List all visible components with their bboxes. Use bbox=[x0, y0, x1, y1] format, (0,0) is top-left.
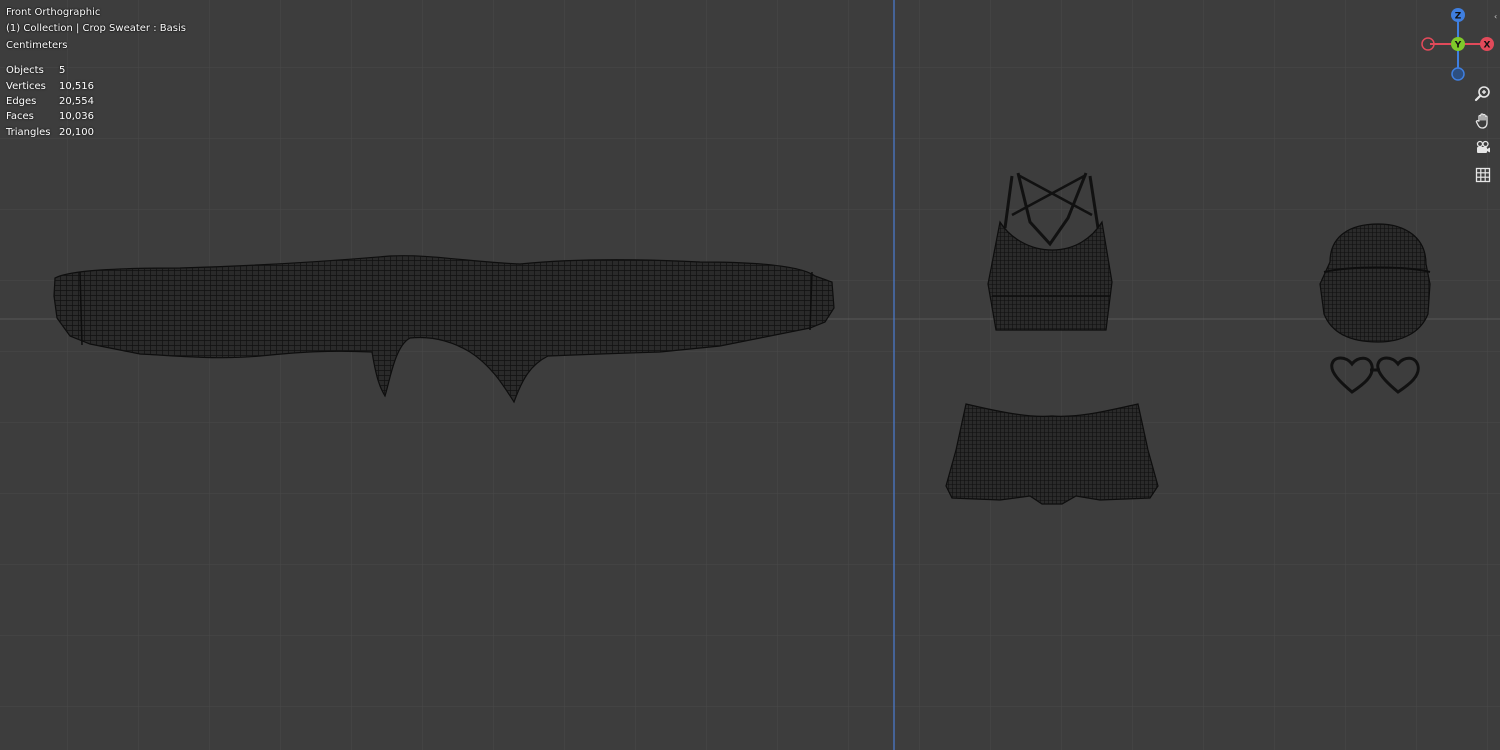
grid-floor bbox=[0, 0, 1500, 750]
z-axis-label: Z bbox=[1455, 12, 1462, 22]
collapse-arrow-icon[interactable]: ‹ bbox=[1494, 12, 1497, 21]
stat-row-vertices: Vertices 10,516 bbox=[6, 78, 94, 93]
y-axis-label: Y bbox=[1454, 41, 1462, 51]
stat-value: 10,516 bbox=[59, 80, 94, 92]
view-name: Front Orthographic bbox=[6, 7, 101, 18]
stat-row-objects: Objects 5 bbox=[6, 63, 94, 78]
collection-info: (1) Collection | Crop Sweater : Basis bbox=[6, 23, 186, 34]
stat-value: 20,100 bbox=[59, 126, 94, 138]
stat-value: 5 bbox=[59, 65, 66, 77]
neg-z-axis-handle[interactable] bbox=[1451, 67, 1465, 81]
shorts-mesh[interactable] bbox=[945, 403, 1159, 505]
stat-row-triangles: Triangles 20,100 bbox=[6, 125, 94, 140]
camera-icon bbox=[1476, 140, 1490, 153]
beanie-mesh[interactable] bbox=[1319, 223, 1431, 343]
units-label: Centimeters bbox=[6, 40, 68, 51]
stat-value: 20,554 bbox=[59, 95, 94, 107]
stat-label: Vertices bbox=[6, 80, 46, 92]
stat-label: Objects bbox=[6, 65, 44, 77]
stat-label: Edges bbox=[6, 95, 37, 107]
grid-icon bbox=[1475, 167, 1491, 183]
stat-label: Faces bbox=[6, 111, 34, 123]
3d-viewport[interactable]: Z X Y bbox=[0, 0, 1500, 750]
camera-view-button[interactable] bbox=[1470, 135, 1496, 161]
zoom-button[interactable] bbox=[1470, 81, 1496, 107]
stat-label: Triangles bbox=[6, 126, 51, 138]
zoom-icon bbox=[1474, 86, 1490, 102]
stat-row-faces: Faces 10,036 bbox=[6, 109, 94, 124]
stat-row-edges: Edges 20,554 bbox=[6, 94, 94, 109]
scene-statistics: Objects 5 Vertices 10,516 Edges 20,554 Face… bbox=[6, 63, 94, 140]
x-axis-label: X bbox=[1484, 41, 1491, 51]
pan-button[interactable] bbox=[1470, 108, 1496, 134]
pan-hand-icon bbox=[1475, 113, 1488, 129]
stat-value: 10,036 bbox=[59, 111, 94, 123]
orthographic-toggle-button[interactable] bbox=[1470, 162, 1496, 188]
